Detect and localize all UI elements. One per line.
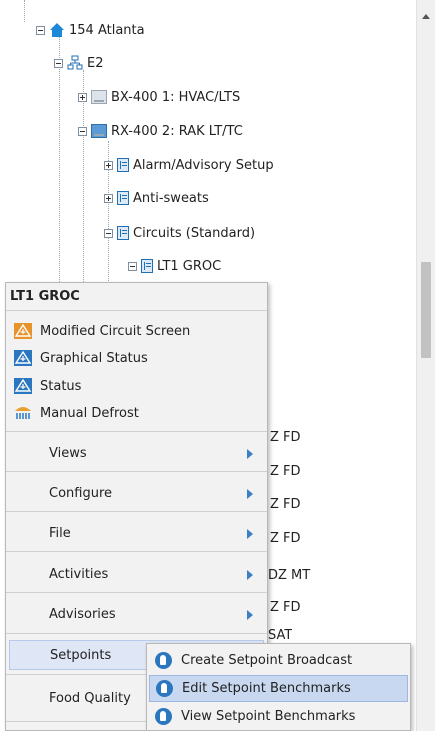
menu-item-label: Graphical Status (40, 350, 148, 366)
collapse-icon[interactable] (54, 58, 63, 68)
submenu-arrow-icon (247, 448, 253, 459)
tree-node-partial[interactable]: Z FD (270, 494, 301, 514)
menu-item-graphical-status[interactable]: Graphical Status (6, 346, 267, 370)
menu-item-label: Manual Defrost (40, 405, 139, 421)
tree-node-label: DZ MT (268, 567, 311, 583)
menu-item-label: Activities (49, 567, 109, 582)
menu-item-edit-setpoint-benchmarks[interactable]: Edit Setpoint Benchmarks (149, 675, 408, 702)
menu-divider (6, 511, 267, 512)
tree-node-label: Z FD (270, 599, 301, 615)
menu-item-file[interactable]: File (6, 520, 267, 547)
collapse-icon[interactable] (36, 25, 45, 35)
menu-item-modified-circuit-screen[interactable]: Modified Circuit Screen (6, 319, 267, 343)
orange-display-icon (14, 323, 32, 339)
submenu-arrow-icon (247, 528, 253, 539)
list-icon (117, 226, 129, 240)
board-icon (91, 124, 107, 138)
menu-divider (6, 310, 267, 311)
tree-node-partial[interactable]: Z FD (270, 528, 301, 548)
network-icon (67, 55, 83, 71)
menu-item-label: Edit Setpoint Benchmarks (182, 681, 351, 696)
list-icon (117, 158, 129, 172)
menu-item-activities[interactable]: Activities (6, 561, 267, 588)
expand-icon[interactable] (104, 160, 113, 170)
tree-node-partial[interactable]: SAT (268, 628, 292, 642)
tree-node-label: Z FD (270, 530, 301, 546)
tree-node-partial[interactable]: DZ MT (268, 565, 310, 585)
tree-node-label: Z FD (270, 496, 301, 512)
menu-item-label: File (49, 526, 71, 541)
menu-item-label: Create Setpoint Broadcast (181, 653, 353, 668)
menu-divider (6, 551, 267, 552)
menu-item-status[interactable]: Status (6, 374, 267, 398)
tree-node-label: Z FD (270, 429, 301, 445)
menu-item-label: Modified Circuit Screen (40, 323, 191, 339)
collapse-icon[interactable] (104, 228, 113, 238)
view-benchmark-icon (155, 708, 172, 725)
tree-node-folder-alarm[interactable]: Alarm/Advisory Setup (104, 155, 274, 175)
collapse-icon[interactable] (78, 126, 87, 136)
menu-item-create-setpoint-broadcast[interactable]: Create Setpoint Broadcast (147, 647, 410, 674)
context-menu-title: LT1 GROC (10, 289, 80, 304)
menu-item-label: Configure (49, 486, 113, 501)
menu-item-label: Status (40, 378, 82, 394)
menu-divider (6, 471, 267, 472)
tree-node-label: LT1 GROC (157, 258, 222, 274)
menu-item-manual-defrost[interactable]: Manual Defrost (6, 401, 267, 425)
tree-node-label: RX-400 2: RAK LT/TC (111, 123, 243, 139)
collapse-icon[interactable] (128, 261, 137, 271)
menu-item-views[interactable]: Views (6, 440, 267, 467)
menu-item-view-setpoint-benchmarks[interactable]: View Setpoint Benchmarks (147, 703, 410, 730)
menu-divider (6, 431, 267, 432)
tree-node-label: BX-400 1: HVAC/LTS (111, 89, 241, 105)
list-icon (117, 191, 129, 205)
tree-node-label: Anti-sweats (133, 190, 209, 206)
tree-node-partial[interactable]: Z FD (270, 427, 301, 447)
menu-item-label: Food Quality (49, 690, 131, 706)
tree-node-folder-circuits[interactable]: Circuits (Standard) (104, 223, 255, 243)
tree-node-controller[interactable]: E2 (54, 53, 104, 73)
tree-node-folder-antisweat[interactable]: Anti-sweats (104, 188, 209, 208)
menu-item-label: Setpoints (50, 647, 112, 663)
scroll-thumb[interactable] (421, 262, 431, 358)
submenu-arrow-icon (247, 488, 253, 499)
scroll-up-arrow-icon[interactable] (422, 14, 430, 19)
tree-node-label: E2 (87, 55, 104, 71)
tree-node-circuit[interactable]: LT1 GROC (128, 256, 221, 276)
board-icon (91, 90, 107, 104)
menu-item-configure[interactable]: Configure (6, 480, 267, 507)
tree-node-board-1[interactable]: BX-400 1: HVAC/LTS (78, 87, 240, 107)
submenu-arrow-icon (247, 569, 253, 580)
blue-display-icon (14, 350, 32, 366)
broadcast-icon (155, 652, 172, 669)
menu-item-label: Views (49, 446, 87, 461)
tree-guide (24, 0, 25, 22)
expand-icon[interactable] (104, 193, 113, 203)
menu-divider (6, 592, 267, 593)
tree-node-label: SAT (268, 628, 293, 642)
tree-node-label: Z FD (270, 463, 301, 479)
tree-node-site[interactable]: 154 Atlanta (36, 20, 145, 40)
home-icon (49, 22, 65, 38)
tree-node-partial[interactable]: Z FD (270, 461, 301, 481)
blue-display-icon (14, 378, 32, 394)
tree-node-label: 154 Atlanta (69, 22, 145, 38)
tree-node-board-2[interactable]: RX-400 2: RAK LT/TC (78, 121, 243, 141)
list-icon (141, 259, 153, 273)
submenu-arrow-icon (247, 609, 253, 620)
tree-node-label: Circuits (Standard) (133, 225, 256, 241)
tree-node-partial[interactable]: Z FD (270, 597, 301, 617)
setpoints-submenu: Create Setpoint Broadcast Edit Setpoint … (146, 643, 411, 731)
vertical-scrollbar[interactable] (416, 0, 435, 731)
menu-divider (6, 633, 267, 634)
menu-item-advisories[interactable]: Advisories (6, 601, 267, 628)
menu-item-label: View Setpoint Benchmarks (181, 709, 356, 724)
tree-node-label: Alarm/Advisory Setup (133, 157, 274, 173)
menu-item-label: Advisories (49, 607, 116, 622)
defrost-icon (14, 405, 32, 421)
edit-benchmark-icon (156, 680, 173, 697)
expand-icon[interactable] (78, 92, 87, 102)
